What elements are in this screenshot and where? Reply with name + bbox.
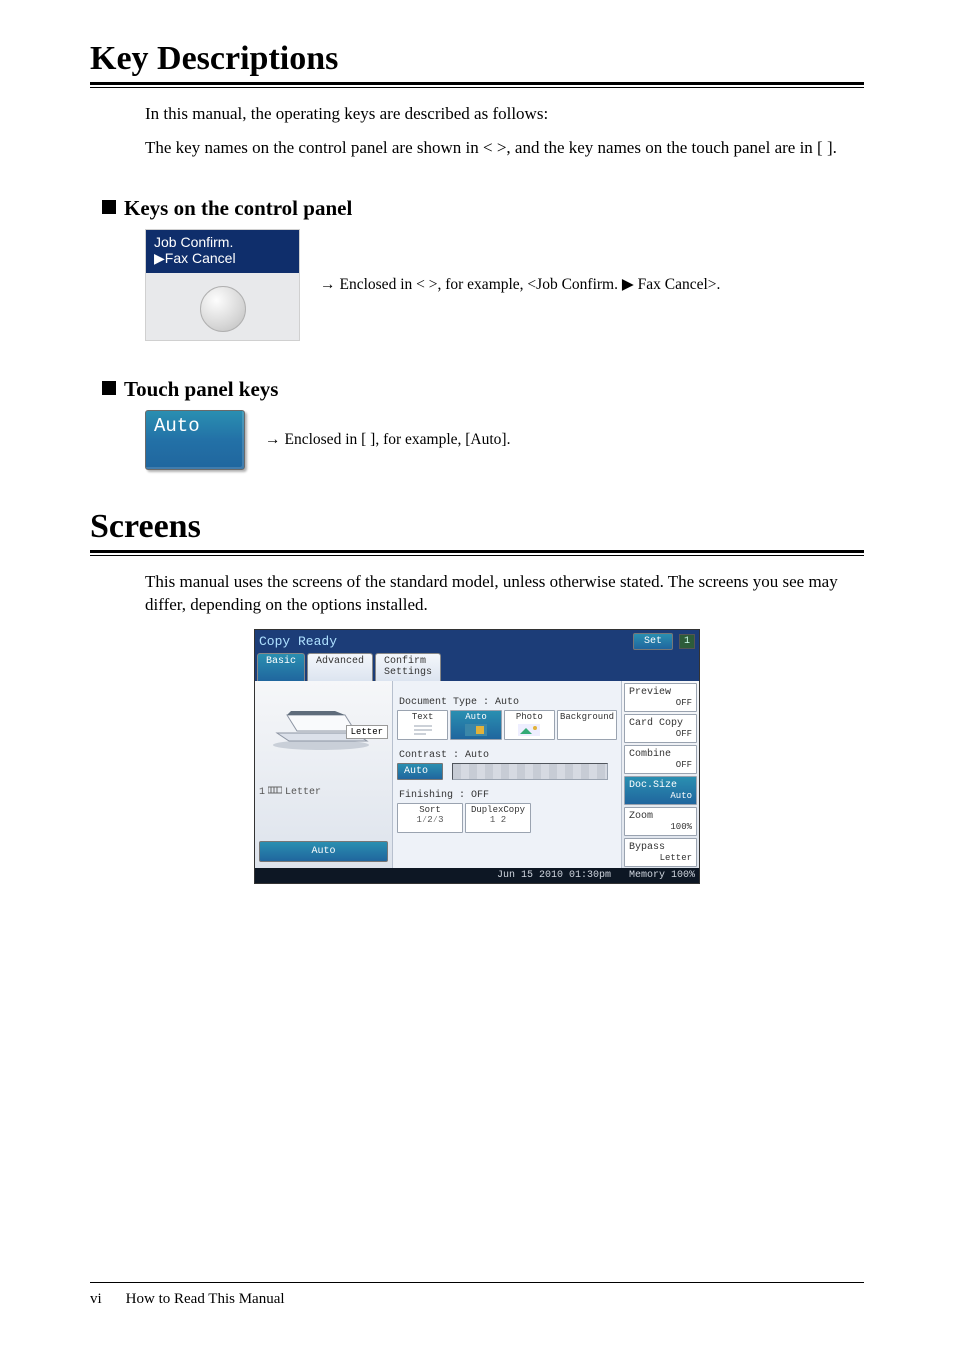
heading-rule [90, 82, 864, 88]
touch-key-desc: →Enclosed in [ ], for example, [Auto]. [265, 431, 510, 449]
side-btn-doc-size[interactable]: Doc.SizeAuto [624, 776, 697, 805]
side-btn-value: Letter [660, 853, 692, 863]
sort-button[interactable]: Sort 1⁄2⁄3 [397, 803, 463, 833]
screens-para: This manual uses the screens of the stan… [145, 570, 864, 618]
set-button[interactable]: Set [633, 633, 673, 650]
duplexcopy-button[interactable]: DuplexCopy 1 2 [465, 803, 531, 833]
side-btn-label: Zoom [629, 811, 692, 822]
contrast-label: Contrast : Auto [399, 750, 617, 761]
sort-value: 1⁄2⁄3 [416, 815, 443, 825]
intro-para-1: In this manual, the operating keys are d… [145, 102, 864, 126]
status-datetime: Jun 15 2010 01:30pm [497, 870, 611, 881]
opt-text[interactable]: Text [397, 710, 448, 740]
control-panel-key-graphic: Job Confirm. ▶Fax Cancel [145, 229, 300, 341]
heading-screens: Screens [90, 508, 864, 546]
subheading-control-panel-text: Keys on the control panel [124, 196, 352, 220]
duplex-label: DuplexCopy [471, 805, 525, 815]
opt-auto[interactable]: Auto [450, 710, 501, 740]
intro-para-2: The key names on the control panel are s… [145, 136, 864, 160]
page-footer: vi How to Read This Manual [90, 1282, 864, 1308]
tray-label: Letter [285, 787, 321, 798]
tab-confirm-settings[interactable]: Confirm Settings [375, 653, 441, 681]
opt-auto-label: Auto [465, 712, 487, 722]
side-btn-value: Auto [670, 791, 692, 801]
opt-photo-label: Photo [516, 712, 543, 722]
subheading-touch-panel-text: Touch panel keys [124, 377, 278, 401]
screen-title: Copy Ready [259, 634, 337, 649]
side-btn-value: OFF [676, 760, 692, 770]
status-memory: Memory 100% [629, 870, 695, 881]
side-btn-value: OFF [676, 698, 692, 708]
heading-rule-2 [90, 550, 864, 556]
subheading-control-panel: Keys on the control panel [102, 196, 864, 221]
side-btn-label: Combine [629, 749, 692, 760]
square-bullet-icon [102, 200, 116, 214]
footer-page-number: vi [90, 1291, 102, 1308]
square-bullet-icon [102, 381, 116, 395]
round-button-icon [200, 286, 246, 332]
ctrl-key-line1: Job Confirm. [154, 234, 291, 251]
side-btn-value: OFF [676, 729, 692, 739]
tab-advanced[interactable]: Advanced [307, 653, 373, 681]
footer-section: How to Read This Manual [126, 1291, 285, 1308]
contrast-slider[interactable] [452, 763, 608, 780]
control-panel-desc-text: Enclosed in < >, for example, <Job Confi… [340, 276, 721, 293]
side-btn-value: 100% [670, 822, 692, 832]
ctrl-key-line2: ▶Fax Cancel [154, 250, 291, 267]
paper-auto-button[interactable]: Auto [259, 841, 388, 862]
doc-type-label: Document Type : Auto [399, 697, 617, 708]
paper-size-label: Letter [346, 725, 388, 739]
photo-thumb-icon [518, 724, 540, 739]
tray-icon [268, 785, 282, 799]
opt-text-label: Text [412, 712, 434, 722]
side-btn-label: Preview [629, 687, 692, 698]
side-btn-label: Bypass [629, 842, 692, 853]
duplex-value: 1 2 [490, 815, 506, 825]
touch-key-graphic: Auto [145, 410, 245, 470]
screenshot-panel: Copy Ready Set 1 Basic Advanced Confirm … [254, 629, 700, 884]
opt-background-label: Background [560, 712, 614, 722]
auto-thumb-icon [465, 724, 487, 739]
touch-key-desc-text: Enclosed in [ ], for example, [Auto]. [285, 431, 511, 448]
arrow-icon: → [320, 276, 336, 293]
side-btn-label: Card Copy [629, 718, 692, 729]
side-btn-bypass[interactable]: BypassLetter [624, 838, 697, 867]
tray-index: 1 [259, 787, 265, 798]
heading-key-descriptions: Key Descriptions [90, 40, 864, 78]
finishing-label: Finishing : OFF [399, 790, 617, 801]
side-btn-label: Doc.Size [629, 780, 692, 791]
side-btn-preview[interactable]: PreviewOFF [624, 683, 697, 712]
tab-basic[interactable]: Basic [257, 653, 305, 681]
control-panel-desc: →Enclosed in < >, for example, <Job Conf… [320, 275, 720, 294]
text-lines-icon [412, 724, 434, 739]
side-btn-combine[interactable]: CombineOFF [624, 745, 697, 774]
sort-label: Sort [419, 805, 441, 815]
arrow-icon: → [265, 431, 281, 448]
set-count: 1 [679, 634, 695, 649]
opt-photo[interactable]: Photo [504, 710, 555, 740]
side-btn-card-copy[interactable]: Card CopyOFF [624, 714, 697, 743]
subheading-touch-panel: Touch panel keys [102, 377, 864, 402]
opt-background[interactable]: Background [557, 710, 617, 740]
contrast-auto-button[interactable]: Auto [397, 763, 443, 780]
side-btn-zoom[interactable]: Zoom100% [624, 807, 697, 836]
